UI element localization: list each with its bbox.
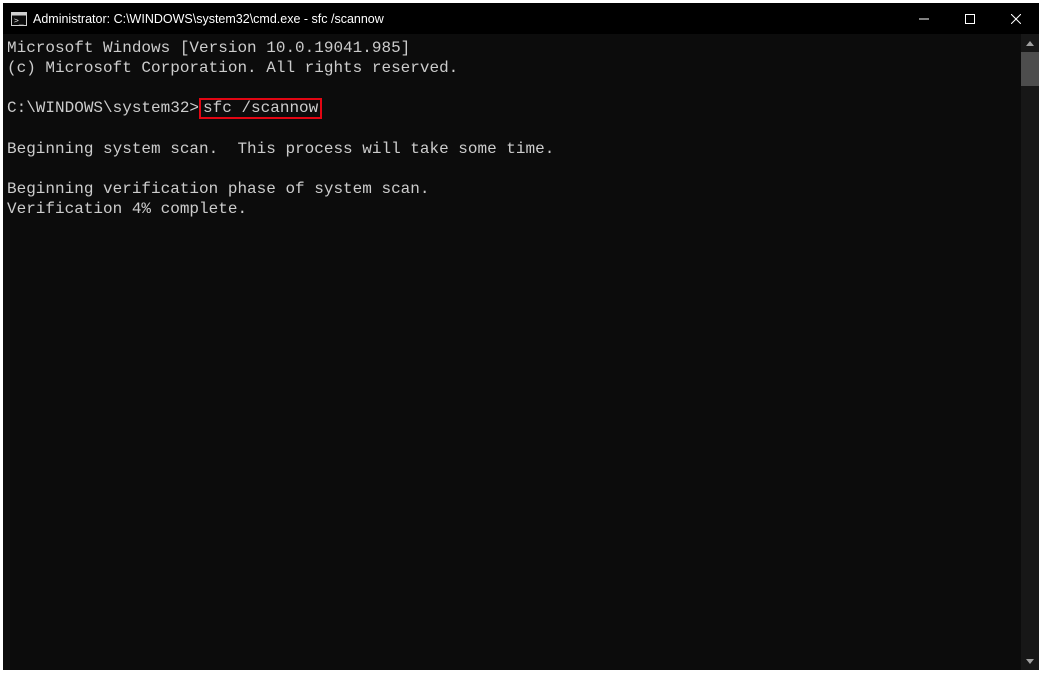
highlighted-command: sfc /scannow: [199, 98, 322, 119]
minimize-button[interactable]: [901, 3, 947, 34]
window-controls: [901, 3, 1039, 34]
svg-text:>_: >_: [14, 16, 24, 25]
maximize-button[interactable]: [947, 3, 993, 34]
scan-begin-line: Beginning system scan. This process will…: [7, 140, 554, 158]
scroll-track[interactable]: [1021, 52, 1039, 652]
content-area: Microsoft Windows [Version 10.0.19041.98…: [3, 34, 1039, 670]
progress-line: Verification 4% complete.: [7, 200, 247, 218]
vertical-scrollbar[interactable]: [1021, 34, 1039, 670]
window-title: Administrator: C:\WINDOWS\system32\cmd.e…: [33, 12, 901, 26]
scroll-up-arrow[interactable]: [1021, 34, 1039, 52]
prompt-text: C:\WINDOWS\system32>: [7, 99, 199, 117]
terminal-output[interactable]: Microsoft Windows [Version 10.0.19041.98…: [3, 34, 1021, 670]
scroll-thumb[interactable]: [1021, 52, 1039, 86]
copyright-line: (c) Microsoft Corporation. All rights re…: [7, 59, 458, 77]
close-button[interactable]: [993, 3, 1039, 34]
version-line: Microsoft Windows [Version 10.0.19041.98…: [7, 39, 410, 57]
scroll-down-arrow[interactable]: [1021, 652, 1039, 670]
titlebar[interactable]: >_ Administrator: C:\WINDOWS\system32\cm…: [3, 3, 1039, 34]
cmd-window: >_ Administrator: C:\WINDOWS\system32\cm…: [0, 0, 1042, 673]
cmd-icon: >_: [11, 11, 27, 27]
verify-begin-line: Beginning verification phase of system s…: [7, 180, 429, 198]
